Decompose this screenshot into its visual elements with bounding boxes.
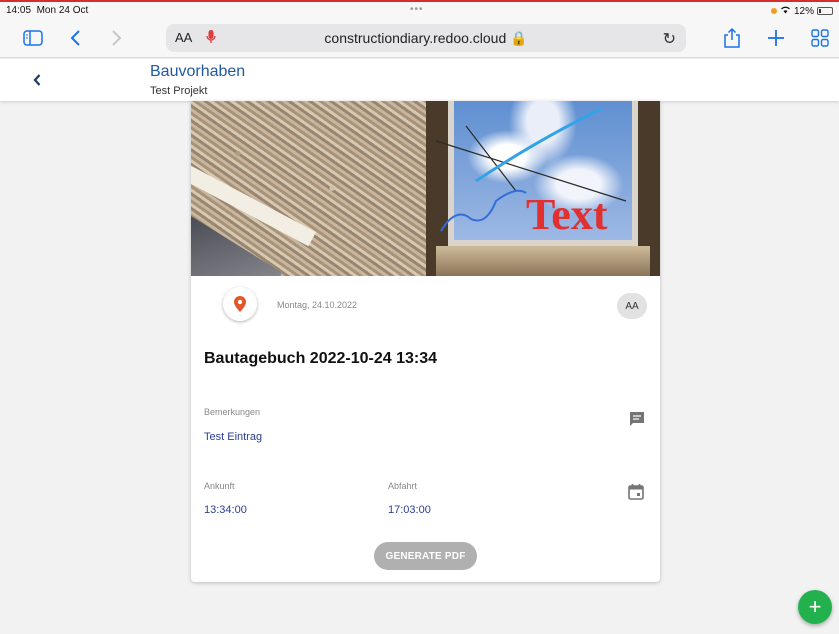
sidebar-toggle-icon[interactable] — [22, 27, 44, 49]
project-name: Test Projekt — [150, 85, 208, 97]
photo-overlay-text: Text — [526, 190, 608, 239]
comment-icon[interactable] — [628, 410, 646, 428]
entry-date: Montag, 24.10.2022 — [277, 300, 358, 310]
battery-icon — [817, 7, 833, 15]
status-indicators: 12% — [770, 5, 833, 17]
tab-overview-icon[interactable] — [810, 27, 830, 49]
add-entry-button[interactable]: + — [798, 590, 832, 624]
multitasking-dots[interactable]: ••• — [410, 4, 424, 15]
status-bar: 14:05 Mon 24 Oct ••• 12% — [0, 2, 839, 20]
app-header: Bauvorhaben Test Projekt — [0, 59, 839, 101]
new-tab-icon[interactable] — [766, 27, 786, 49]
share-icon[interactable] — [722, 27, 742, 49]
location-button[interactable] — [223, 287, 257, 321]
reload-icon[interactable]: ↻ — [663, 29, 676, 49]
avatar[interactable]: AA — [617, 293, 647, 319]
remarks-value: Test Eintrag — [204, 431, 263, 443]
diary-entry-card: Text Montag, 24.10.2022 AA Bautagebuch 2… — [191, 101, 660, 582]
back-button[interactable] — [26, 69, 48, 91]
page-title: Bauvorhaben — [150, 63, 246, 80]
status-time: 14:05 Mon 24 Oct — [6, 5, 89, 16]
departure-label: Abfahrt — [388, 481, 418, 491]
location-pin-icon — [234, 296, 246, 312]
browser-forward-icon[interactable] — [108, 27, 126, 49]
url-text: constructiondiary.redoo.cloud 🔒 — [324, 30, 528, 46]
generate-pdf-button[interactable]: GENERATE PDF — [374, 542, 477, 570]
entry-title: Bautagebuch 2022-10-24 13:34 — [204, 350, 437, 367]
battery-percentage: 12% — [793, 5, 814, 17]
recording-indicator-icon — [770, 8, 777, 14]
browser-toolbar: AA constructiondiary.redoo.cloud 🔒 ↻ — [0, 20, 839, 58]
departure-value: 17:03:00 — [388, 504, 431, 516]
wifi-icon — [780, 5, 791, 17]
browser-back-icon[interactable] — [66, 27, 84, 49]
remarks-label: Bemerkungen — [204, 407, 261, 417]
entry-photo-ceiling[interactable] — [191, 101, 426, 276]
arrival-value: 13:34:00 — [204, 504, 247, 516]
arrival-label: Ankunft — [204, 481, 235, 491]
calendar-icon[interactable] — [627, 483, 645, 501]
entry-photo-window[interactable]: Text — [426, 101, 660, 276]
address-bar[interactable]: AA constructiondiary.redoo.cloud 🔒 ↻ — [166, 24, 686, 52]
